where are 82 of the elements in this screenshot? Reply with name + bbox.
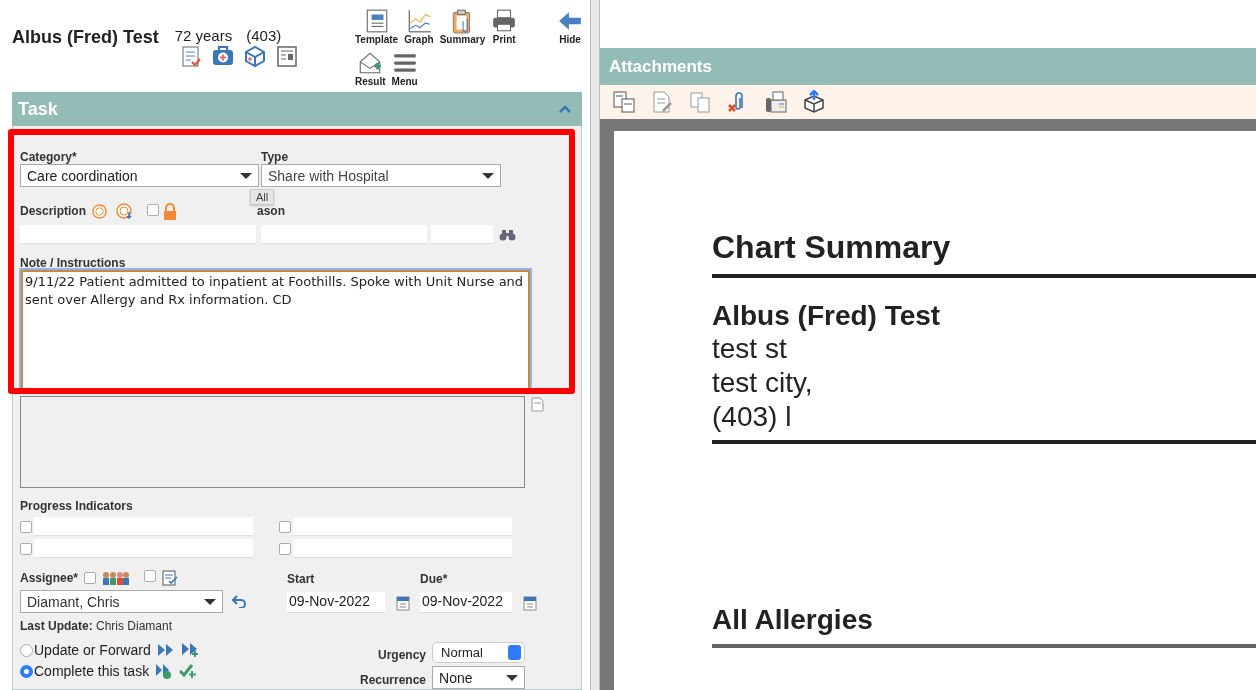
lock-icon[interactable] (163, 202, 177, 220)
urgency-select[interactable]: Normal (432, 642, 526, 663)
due-date-field[interactable]: 09-Nov-2022 (420, 592, 512, 613)
binoculars-icon[interactable] (499, 228, 516, 241)
field-label: Assignee* (20, 570, 79, 585)
checkbox[interactable] (20, 520, 32, 533)
recurrence-select[interactable]: None (432, 666, 526, 689)
field-label: Urgency (378, 647, 427, 662)
people-group-icon[interactable] (102, 570, 131, 585)
last-update-text: Last Update: Chris Diamant (20, 619, 174, 633)
field-label: Due* (420, 572, 449, 586)
radio-label[interactable]: Complete this task (34, 663, 150, 679)
forward-add-icon[interactable] (180, 642, 199, 658)
patient-name: Albus (Fred) Test (12, 27, 159, 49)
toolbar-button[interactable]: Result (352, 50, 389, 92)
patient-phone: (403) (246, 27, 282, 44)
documents-icon[interactable] (612, 90, 636, 114)
box-icon[interactable] (242, 44, 267, 68)
calendar-icon[interactable] (396, 594, 410, 611)
assignee-select[interactable]: Diamant, Chris (20, 590, 223, 613)
toolbar-button[interactable]: Print (488, 8, 521, 50)
field-label: Description (20, 204, 86, 218)
toolbar-button[interactable]: Template (352, 8, 402, 50)
edit-document-icon[interactable] (650, 90, 674, 114)
fast-forward-icon[interactable] (156, 643, 174, 657)
field-label: Category* (20, 150, 78, 164)
fax-icon[interactable] (764, 90, 788, 114)
toolbar-button[interactable]: Hide (554, 8, 586, 50)
checkbox[interactable] (84, 571, 97, 584)
toolbar-button[interactable]: Menu (388, 50, 421, 92)
start-date-field[interactable]: 09-Nov-2022 (287, 592, 385, 613)
document-address-line: test city, (712, 366, 814, 400)
medical-kit-icon[interactable] (210, 44, 235, 68)
document-heading: Chart Summary (712, 229, 1256, 278)
field-label: Progress Indicators (20, 499, 134, 513)
document-address-line: test st (712, 332, 788, 366)
upload-box-icon[interactable] (802, 90, 826, 114)
document-icon[interactable] (274, 44, 299, 68)
progress-field[interactable] (293, 517, 512, 536)
print-icon (491, 8, 518, 34)
copy-document-icon[interactable] (688, 90, 712, 114)
checkbox[interactable] (144, 570, 157, 582)
type-select[interactable]: Share with Hospital (261, 164, 501, 187)
envelope-icon (357, 50, 384, 76)
section-title: Attachments (609, 56, 712, 77)
document-address-line: (403) l (712, 400, 793, 434)
radio-button[interactable] (20, 643, 33, 657)
reason-field[interactable] (261, 225, 427, 244)
progress-field[interactable] (293, 539, 512, 558)
progress-field[interactable] (34, 539, 253, 558)
radio-button[interactable] (20, 664, 33, 678)
spell-check-download-icon[interactable] (116, 203, 133, 219)
field-label: ason (257, 204, 286, 218)
radio-label[interactable]: Update or Forward (34, 642, 151, 658)
field-label: Recurrence (360, 672, 427, 687)
notepad-check-icon[interactable] (162, 569, 179, 586)
document-section-heading: All Allergies (712, 604, 1256, 648)
document-patient-name: Albus (Fred) Test (712, 300, 942, 332)
toolbar-button[interactable]: Graph (401, 8, 437, 50)
category-select[interactable]: Care coordination (20, 164, 259, 187)
calendar-icon[interactable] (523, 594, 537, 611)
progress-field[interactable] (34, 517, 253, 536)
text-area[interactable] (20, 396, 525, 488)
forward-check-icon[interactable] (155, 663, 173, 679)
field-label: Note / Instructions (20, 256, 127, 270)
note-field[interactable]: 9/11/22 Patient admitted to inpatient at Foothills. Spoke with Unit Nurse and sent over Allergy and Rx information. CD (21, 270, 530, 391)
undo-icon[interactable] (232, 595, 247, 608)
tooltip: All (250, 189, 275, 205)
reason-code-field[interactable] (431, 225, 493, 244)
patient-age: 72 years (174, 27, 233, 44)
section-title: Task (18, 98, 58, 120)
spell-check-icon[interactable] (92, 203, 107, 219)
checkbox[interactable] (20, 542, 32, 555)
checkbox[interactable] (147, 203, 159, 216)
field-label: Start (287, 572, 316, 586)
toolbar-button[interactable]: Summary (436, 8, 489, 50)
checkbox[interactable] (279, 520, 291, 533)
collapse-chevron-icon[interactable] (558, 104, 572, 114)
field-label: Type (261, 150, 290, 164)
description-field[interactable] (20, 225, 256, 244)
check-add-icon[interactable] (179, 663, 198, 679)
checkbox[interactable] (279, 542, 291, 555)
